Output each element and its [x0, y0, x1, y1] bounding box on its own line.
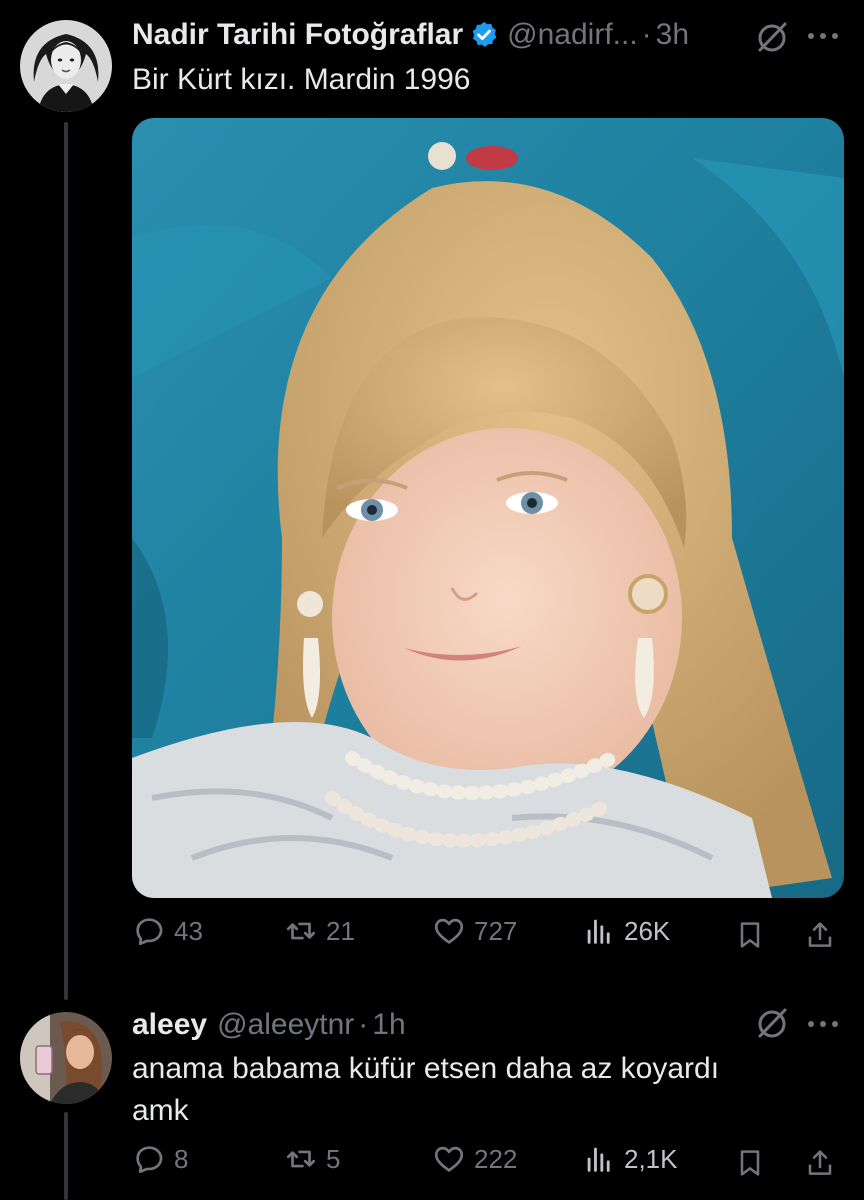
- reply-author-name[interactable]: aleey: [132, 1008, 207, 1042]
- reply-icon: [136, 918, 163, 946]
- reply-share-icon[interactable]: [804, 1146, 836, 1180]
- reply-retweet-button[interactable]: 5: [284, 1142, 340, 1176]
- reply-icon: [136, 1146, 163, 1174]
- reply-header: aleey @aleeytnr · 1h: [132, 1008, 406, 1042]
- reply-separator: ·: [358, 1008, 369, 1041]
- reply-count: 43: [174, 915, 203, 946]
- reply-grok-icon[interactable]: [752, 1004, 792, 1044]
- reply-text: anama babama küfür etsen daha az koyardı…: [132, 1052, 720, 1127]
- author-handle[interactable]: @nadirf...: [507, 18, 638, 52]
- like-icon: [434, 918, 464, 944]
- more-icon[interactable]: [806, 28, 840, 44]
- retweet-icon: [286, 1150, 316, 1168]
- views-icon: [587, 1147, 610, 1172]
- reply-author-handle[interactable]: @aleeytnr: [217, 1008, 354, 1042]
- timestamp[interactable]: 3h: [656, 18, 689, 52]
- grok-icon[interactable]: [752, 18, 792, 58]
- reply-more-icon[interactable]: [806, 1016, 840, 1032]
- reply-timestamp[interactable]: 1h: [372, 1008, 405, 1042]
- views-icon: [587, 919, 610, 944]
- reply-actions: 8 5 222 2,1K: [132, 1142, 844, 1186]
- reply-like-count: 222: [474, 1143, 518, 1174]
- tweet-actions: 43 21 727 26K: [132, 914, 844, 958]
- retweet-button[interactable]: 21: [284, 914, 355, 948]
- thread-line-bottom: [64, 1112, 68, 1200]
- like-icon: [434, 1146, 464, 1172]
- reply-views-count: 2,1K: [624, 1143, 678, 1174]
- tweet-header: Nadir Tarihi Fotoğraflar @nadirf... · 3h: [132, 18, 689, 52]
- separator: ·: [641, 18, 652, 51]
- avatar[interactable]: [20, 20, 112, 112]
- reply-button[interactable]: 43: [132, 914, 203, 948]
- reply-bookmark-icon[interactable]: [734, 1146, 766, 1180]
- reply-reply-button[interactable]: 8: [132, 1142, 188, 1176]
- views-count: 26K: [624, 915, 671, 946]
- thread-line-top: [64, 122, 68, 1000]
- views-button[interactable]: 26K: [582, 914, 670, 948]
- reply-avatar[interactable]: [20, 1012, 112, 1104]
- reply-retweet-count: 5: [326, 1143, 341, 1174]
- reply-reply-count: 8: [174, 1143, 189, 1174]
- retweet-count: 21: [326, 915, 355, 946]
- retweet-icon: [286, 922, 316, 940]
- author-name[interactable]: Nadir Tarihi Fotoğraflar: [132, 18, 463, 52]
- reply-views-button[interactable]: 2,1K: [582, 1142, 678, 1176]
- like-button[interactable]: 727: [432, 914, 517, 948]
- share-icon[interactable]: [804, 918, 836, 952]
- tweet-text: Bir Kürt kızı. Mardin 1996: [132, 63, 471, 96]
- verified-badge-icon: [472, 21, 497, 47]
- like-count: 727: [474, 915, 518, 946]
- bookmark-icon[interactable]: [734, 918, 766, 952]
- tweet-photo[interactable]: [132, 118, 844, 898]
- reply-like-button[interactable]: 222: [432, 1142, 517, 1176]
